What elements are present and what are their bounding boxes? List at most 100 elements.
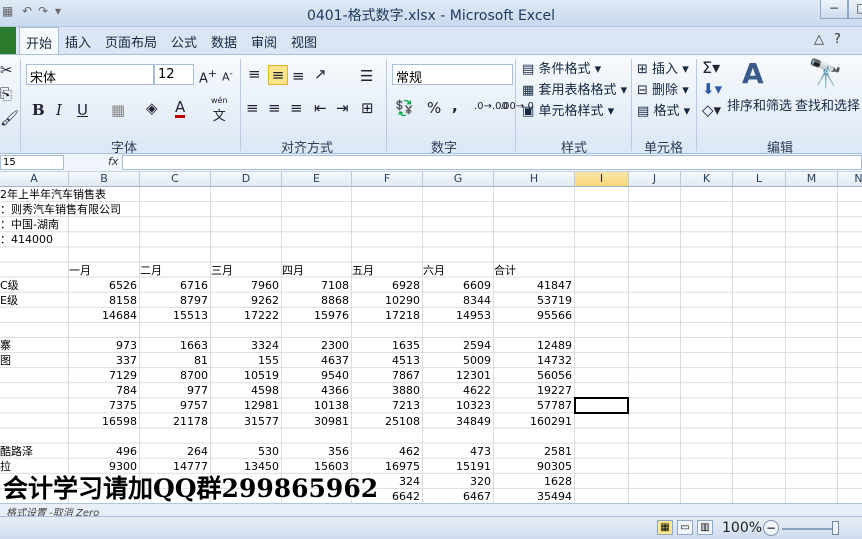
cell[interactable]: 5009 (423, 353, 494, 368)
column-header-g[interactable]: G (423, 172, 494, 187)
tab-page-layout[interactable]: 页面布局 (105, 32, 157, 51)
cell[interactable]: 977 (140, 383, 211, 398)
cell[interactable]: 9262 (211, 293, 282, 308)
cell[interactable]: 三月 (211, 263, 282, 278)
cell[interactable]: 4637 (282, 353, 352, 368)
phonetic-guide-icon[interactable]: wén 文 (211, 97, 228, 125)
cell[interactable]: 3880 (352, 383, 423, 398)
cell[interactable]: 2581 (494, 444, 575, 459)
conditional-formatting-button[interactable]: ▤ 条件格式 ▾ (522, 58, 601, 77)
format-cells-button[interactable]: ▤ 格式 ▾ (637, 100, 690, 119)
orientation-icon[interactable]: ↗ (314, 65, 327, 83)
column-header-e[interactable]: E (282, 172, 352, 187)
cell[interactable]: 17222 (211, 308, 282, 323)
cell[interactable]: 4598 (211, 383, 282, 398)
sort-filter-icon[interactable]: A (742, 57, 764, 90)
cell[interactable]: 31577 (211, 414, 282, 429)
cell[interactable]: 六月 (423, 263, 494, 278)
cell[interactable]: 7213 (352, 398, 423, 413)
insert-function-button[interactable]: fx (108, 155, 118, 168)
find-select-button[interactable]: 查找和选择 (795, 95, 860, 114)
cell[interactable]: 6467 (423, 489, 494, 503)
cell[interactable]: 寨 (0, 338, 69, 353)
autosum-icon[interactable]: Σ▾ (702, 58, 720, 77)
column-header-d[interactable]: D (211, 172, 282, 187)
cell[interactable]: 8797 (140, 293, 211, 308)
tab-view[interactable]: 视图 (291, 32, 317, 51)
page-break-view-button[interactable]: ▥ (697, 520, 713, 535)
column-header-f[interactable]: F (352, 172, 423, 187)
zoom-out-button[interactable]: − (763, 520, 779, 536)
cell[interactable]: 16598 (69, 414, 140, 429)
cell[interactable]: 530 (211, 444, 282, 459)
cell[interactable]: ：中国-湖南 (0, 217, 211, 232)
comma-button[interactable]: , (452, 97, 458, 115)
cell[interactable]: 四月 (282, 263, 352, 278)
tab-home[interactable]: 开始 (19, 27, 60, 55)
tab-review[interactable]: 审阅 (251, 32, 277, 51)
tab-formulas[interactable]: 公式 (171, 32, 197, 51)
cell[interactable]: 一月 (69, 263, 140, 278)
cell[interactable]: 337 (69, 353, 140, 368)
cell[interactable]: 973 (69, 338, 140, 353)
cell[interactable]: 8344 (423, 293, 494, 308)
cell[interactable]: 14732 (494, 353, 575, 368)
column-header-c[interactable]: C (140, 172, 211, 187)
cell[interactable]: 10290 (352, 293, 423, 308)
format-as-table-button[interactable]: ▦ 套用表格格式 ▾ (522, 79, 627, 98)
align-right-icon[interactable]: ≡ (290, 99, 303, 117)
borders-icon[interactable]: ▦ (111, 101, 125, 119)
cell-styles-button[interactable]: ▣ 单元格样式 ▾ (522, 100, 614, 119)
wrap-text-icon[interactable]: ☰ (360, 67, 373, 85)
column-header-k[interactable]: K (681, 172, 733, 187)
cell[interactable]: 15191 (423, 459, 494, 474)
zoom-slider-thumb[interactable] (832, 521, 839, 535)
cell[interactable]: 57787 (494, 398, 575, 413)
cell[interactable]: 12489 (494, 338, 575, 353)
cell[interactable]: C级 (0, 278, 69, 293)
cell[interactable]: 473 (423, 444, 494, 459)
cell[interactable]: 462 (352, 444, 423, 459)
fill-icon[interactable]: ⬇▾ (702, 80, 722, 98)
cell[interactable]: 264 (140, 444, 211, 459)
sort-filter-button[interactable]: 排序和筛选 (727, 95, 792, 114)
maximize-button[interactable]: □ (848, 0, 862, 19)
tab-insert[interactable]: 插入 (65, 32, 91, 51)
cell[interactable]: 7960 (211, 278, 282, 293)
file-tab[interactable] (0, 27, 16, 54)
cell[interactable]: 图 (0, 353, 69, 368)
zoom-slider[interactable] (782, 528, 837, 530)
page-layout-view-button[interactable]: ▭ (677, 520, 693, 535)
cell[interactable]: 3324 (211, 338, 282, 353)
fill-color-icon[interactable]: ◈ (146, 99, 158, 117)
italic-button[interactable]: I (56, 101, 62, 119)
column-header-h[interactable]: H (494, 172, 575, 187)
cell[interactable]: 41847 (494, 278, 575, 293)
column-header-i[interactable]: I (575, 172, 629, 187)
cell[interactable]: 酷路泽 (0, 444, 69, 459)
font-size-select[interactable]: 12 (154, 64, 194, 85)
cell[interactable]: 合计 (494, 263, 575, 278)
cell[interactable]: 8158 (69, 293, 140, 308)
cell[interactable]: 15976 (282, 308, 352, 323)
help-icon[interactable]: ? (834, 32, 841, 47)
cell[interactable]: ：则秀汽车销售有限公司 (0, 202, 211, 217)
name-box[interactable]: 15 (0, 155, 64, 170)
cell[interactable]: 10323 (423, 398, 494, 413)
cell[interactable]: 12301 (423, 368, 494, 383)
align-bottom-icon[interactable]: ≡ (292, 67, 305, 85)
cell[interactable]: 五月 (352, 263, 423, 278)
cell[interactable]: 160291 (494, 414, 575, 429)
cell[interactable]: 10519 (211, 368, 282, 383)
cell[interactable]: 10138 (282, 398, 352, 413)
cell[interactable]: 14953 (423, 308, 494, 323)
minimize-ribbon-icon[interactable]: △ (814, 32, 824, 47)
align-middle-icon[interactable]: ≡ (268, 65, 288, 85)
cell[interactable]: 2594 (423, 338, 494, 353)
cell[interactable]: 784 (69, 383, 140, 398)
cell[interactable]: 9757 (140, 398, 211, 413)
cell[interactable]: 6609 (423, 278, 494, 293)
cell[interactable]: 35494 (494, 489, 575, 503)
align-top-icon[interactable]: ≡ (248, 65, 261, 83)
merge-center-icon[interactable]: ⊞ (361, 99, 374, 117)
